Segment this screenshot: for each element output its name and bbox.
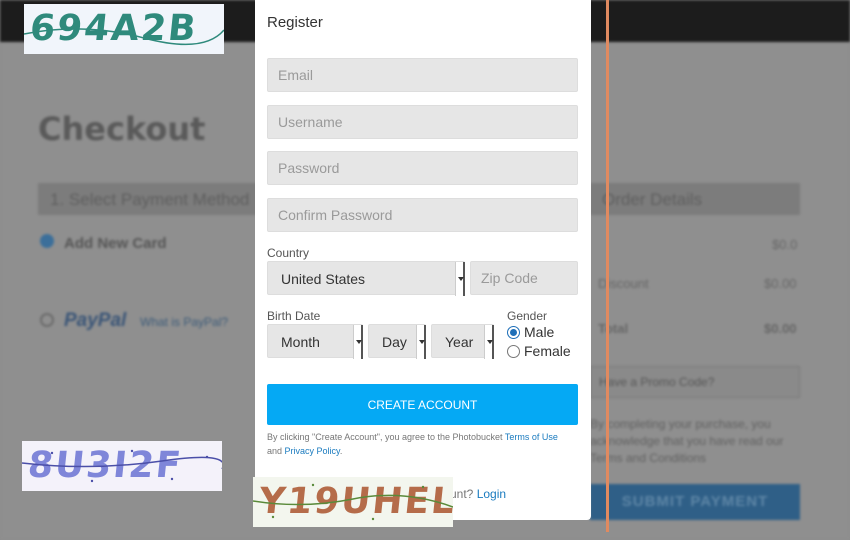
password-field[interactable] [267, 151, 578, 185]
chevron-down-icon [416, 325, 426, 359]
order-total-label: Total [598, 321, 629, 336]
order-total-value: $0.00 [764, 321, 797, 336]
birth-month-value: Month [281, 334, 320, 350]
captcha-image-1: 694A2B [24, 4, 224, 54]
checkout-title: Checkout [38, 110, 206, 148]
confirm-password-field[interactable] [267, 198, 578, 232]
gender-female-label: Female [524, 343, 571, 359]
submit-payment-button[interactable]: SUBMIT PAYMENT [590, 484, 800, 520]
chevron-down-icon [455, 262, 465, 296]
payment-step-header: 1. Select Payment Method [38, 183, 270, 215]
create-account-button[interactable]: CREATE ACCOUNT [267, 384, 578, 425]
terms-prefix: By clicking "Create Account", you agree … [267, 432, 503, 442]
country-select-value: United States [281, 271, 366, 287]
gender-label: Gender [507, 309, 548, 323]
promo-code-dropdown[interactable]: Have a Promo Code? [590, 366, 800, 398]
chevron-down-icon [484, 325, 494, 359]
chevron-down-icon [353, 325, 363, 359]
birth-date-label: Birth Date [267, 309, 321, 323]
email-field[interactable] [267, 58, 578, 92]
country-select[interactable]: United States [267, 261, 465, 296]
paypal-logo: PayPal [64, 310, 127, 331]
gender-female-radio[interactable] [507, 345, 520, 358]
paypal-radio[interactable] [40, 313, 54, 327]
modal-title: Register [267, 14, 323, 31]
order-discount-value: $0.00 [764, 276, 797, 291]
captcha-image-2: 8U3I2F [22, 441, 222, 491]
have-account-prompt: unt? Login [450, 487, 506, 501]
birth-year-value: Year [445, 334, 474, 350]
add-new-card-label: Add New Card [64, 235, 167, 252]
gender-male-radio[interactable] [507, 326, 520, 339]
birth-month-select[interactable]: Month [267, 324, 363, 359]
terms-notice: By clicking "Create Account", you agree … [267, 430, 582, 458]
birth-year-select[interactable]: Year [431, 324, 494, 359]
have-account-text: unt? [450, 487, 474, 501]
purchase-agreement-text: By completing your purchase, you acknowl… [590, 417, 784, 465]
captcha-noise-2 [22, 449, 222, 483]
captcha-image-3: Y19UHEL [253, 477, 453, 527]
captcha-noise-1 [24, 28, 224, 46]
login-link[interactable]: Login [477, 487, 506, 501]
zip-code-field[interactable] [470, 261, 578, 295]
username-field[interactable] [267, 105, 578, 139]
privacy-policy-link[interactable]: Privacy Policy [285, 446, 340, 456]
gender-male-label: Male [524, 324, 555, 340]
terms-of-use-link[interactable]: Terms of Use [505, 432, 558, 442]
add-card-radio[interactable] [40, 234, 54, 248]
birth-day-value: Day [382, 334, 407, 350]
birth-day-select[interactable]: Day [368, 324, 426, 359]
order-subtotal-value: $0.0 [772, 237, 798, 252]
terms-suffix: . [339, 446, 343, 456]
captcha-noise-3 [253, 483, 453, 521]
order-details-header: Order Details [590, 183, 800, 215]
register-modal: Register Country United States Birth Dat… [255, 0, 591, 520]
country-label: Country [267, 246, 310, 260]
what-is-paypal-link[interactable]: What is PayPal? [140, 315, 228, 329]
terms-and: and [267, 446, 283, 456]
vertical-divider-line [606, 0, 609, 532]
